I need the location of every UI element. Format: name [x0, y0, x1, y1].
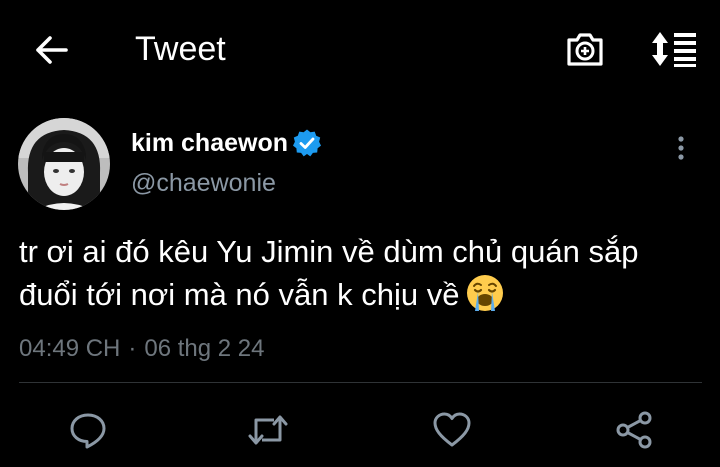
tweet-text-line-1: tr ơi ai đó kêu Yu Jimin về dùm chủ quán…: [19, 234, 639, 269]
arrow-left-icon: [36, 36, 68, 64]
reply-bubble-icon: [70, 413, 106, 449]
author-handle[interactable]: @chaewonie: [131, 168, 276, 198]
back-button[interactable]: [30, 28, 74, 72]
reply-button[interactable]: [64, 406, 112, 454]
action-bar: [0, 400, 720, 460]
author-display-name[interactable]: kim chaewon: [131, 128, 288, 158]
camera-plus-icon: [567, 33, 603, 66]
tweet-text-line-2: đuổi tới nơi mà nó vẫn k chịu về: [19, 273, 709, 316]
divider: [19, 382, 702, 383]
retweet-icon: [248, 415, 288, 445]
share-button[interactable]: [610, 406, 658, 454]
tweet-date: 06 thg 2 24: [144, 335, 265, 362]
avatar[interactable]: [18, 118, 110, 210]
heart-icon: [433, 412, 471, 447]
tweet-timestamp: 04:49 CH · 06 thg 2 24: [19, 334, 265, 364]
sort-list-icon: [652, 32, 696, 67]
page-title: Tweet: [135, 30, 226, 68]
retweet-button[interactable]: [244, 406, 292, 454]
loudly-crying-face-emoji: [467, 275, 504, 311]
camera-button[interactable]: [560, 26, 610, 72]
sort-button[interactable]: [646, 26, 702, 72]
tweet-text: tr ơi ai đó kêu Yu Jimin về dùm chủ quán…: [19, 231, 709, 316]
profile-photo: [18, 118, 110, 210]
top-bar: Tweet: [0, 0, 720, 96]
tweet-time: 04:49 CH: [19, 335, 121, 362]
more-vertical-icon: [678, 136, 684, 160]
meta-separator: ·: [128, 335, 137, 362]
tweet-text-line-2-text: đuổi tới nơi mà nó vẫn k chịu về: [19, 277, 460, 312]
verified-badge-icon: [292, 128, 322, 158]
share-icon: [616, 411, 652, 449]
author-name-row: kim chaewon: [131, 126, 322, 160]
like-button[interactable]: [428, 406, 476, 454]
more-options-button[interactable]: [664, 128, 698, 168]
